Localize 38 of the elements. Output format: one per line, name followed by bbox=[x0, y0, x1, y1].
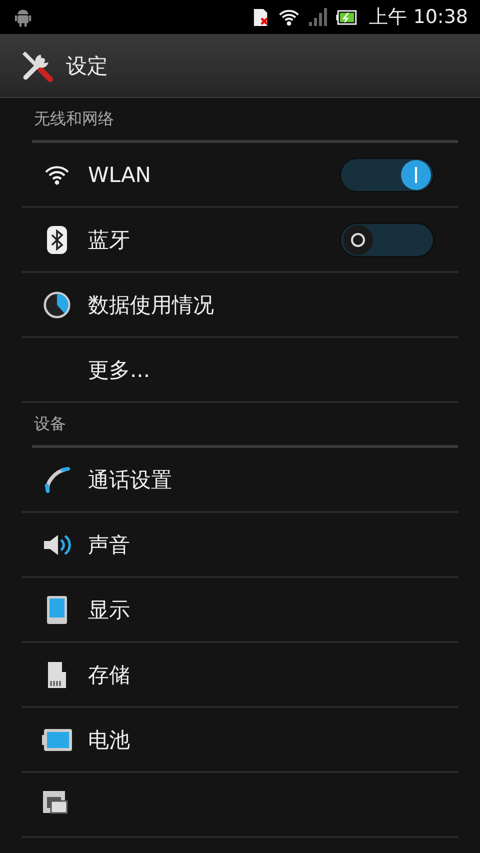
item-label: 存储 bbox=[88, 662, 130, 688]
item-label: 电池 bbox=[88, 726, 130, 754]
tools-icon bbox=[20, 48, 54, 82]
battery-charging-icon bbox=[336, 10, 358, 24]
phone-icon bbox=[44, 466, 70, 492]
tablet-icon bbox=[47, 596, 67, 624]
item-label: 更多... bbox=[88, 356, 150, 384]
screen-title: 设定 bbox=[66, 52, 108, 80]
bluetooth-icon bbox=[47, 226, 67, 254]
settings-item[interactable]: 通话设置 bbox=[22, 448, 458, 513]
wifi-icon bbox=[44, 164, 70, 184]
item-label: 声音 bbox=[88, 532, 130, 558]
settings-item[interactable]: 声音 bbox=[22, 513, 458, 578]
item-label: 显示 bbox=[88, 596, 130, 624]
android-icon bbox=[14, 7, 32, 27]
item-label: 通话设置 bbox=[88, 466, 172, 494]
settings-item[interactable]: 显示 bbox=[22, 578, 458, 643]
battery-icon bbox=[42, 728, 72, 750]
settings-item[interactable]: 更多... bbox=[22, 338, 458, 403]
signal-icon bbox=[308, 7, 328, 27]
item-label: 数据使用情况 bbox=[88, 292, 214, 318]
section-header: 无线和网络 bbox=[32, 98, 458, 143]
settings-item[interactable]: 电池 bbox=[22, 708, 458, 773]
section-header: 设备 bbox=[32, 403, 458, 448]
memory-card-icon bbox=[48, 662, 66, 688]
toggle-switch[interactable] bbox=[340, 158, 434, 192]
wifi-icon bbox=[278, 8, 300, 26]
settings-item[interactable]: 存储 bbox=[22, 643, 458, 708]
speaker-icon bbox=[43, 532, 71, 556]
toggle-switch[interactable] bbox=[340, 222, 434, 256]
data-usage-icon bbox=[43, 290, 71, 318]
settings-item[interactable]: 数据使用情况 bbox=[22, 273, 458, 338]
sim-error-icon bbox=[253, 8, 270, 26]
settings-item[interactable]: 蓝牙 bbox=[22, 208, 458, 273]
item-label: WLAN bbox=[88, 162, 152, 186]
status-time: 上午 10:38 bbox=[369, 5, 468, 30]
settings-item[interactable]: WLAN bbox=[22, 143, 458, 208]
item-label: 蓝牙 bbox=[88, 226, 130, 254]
